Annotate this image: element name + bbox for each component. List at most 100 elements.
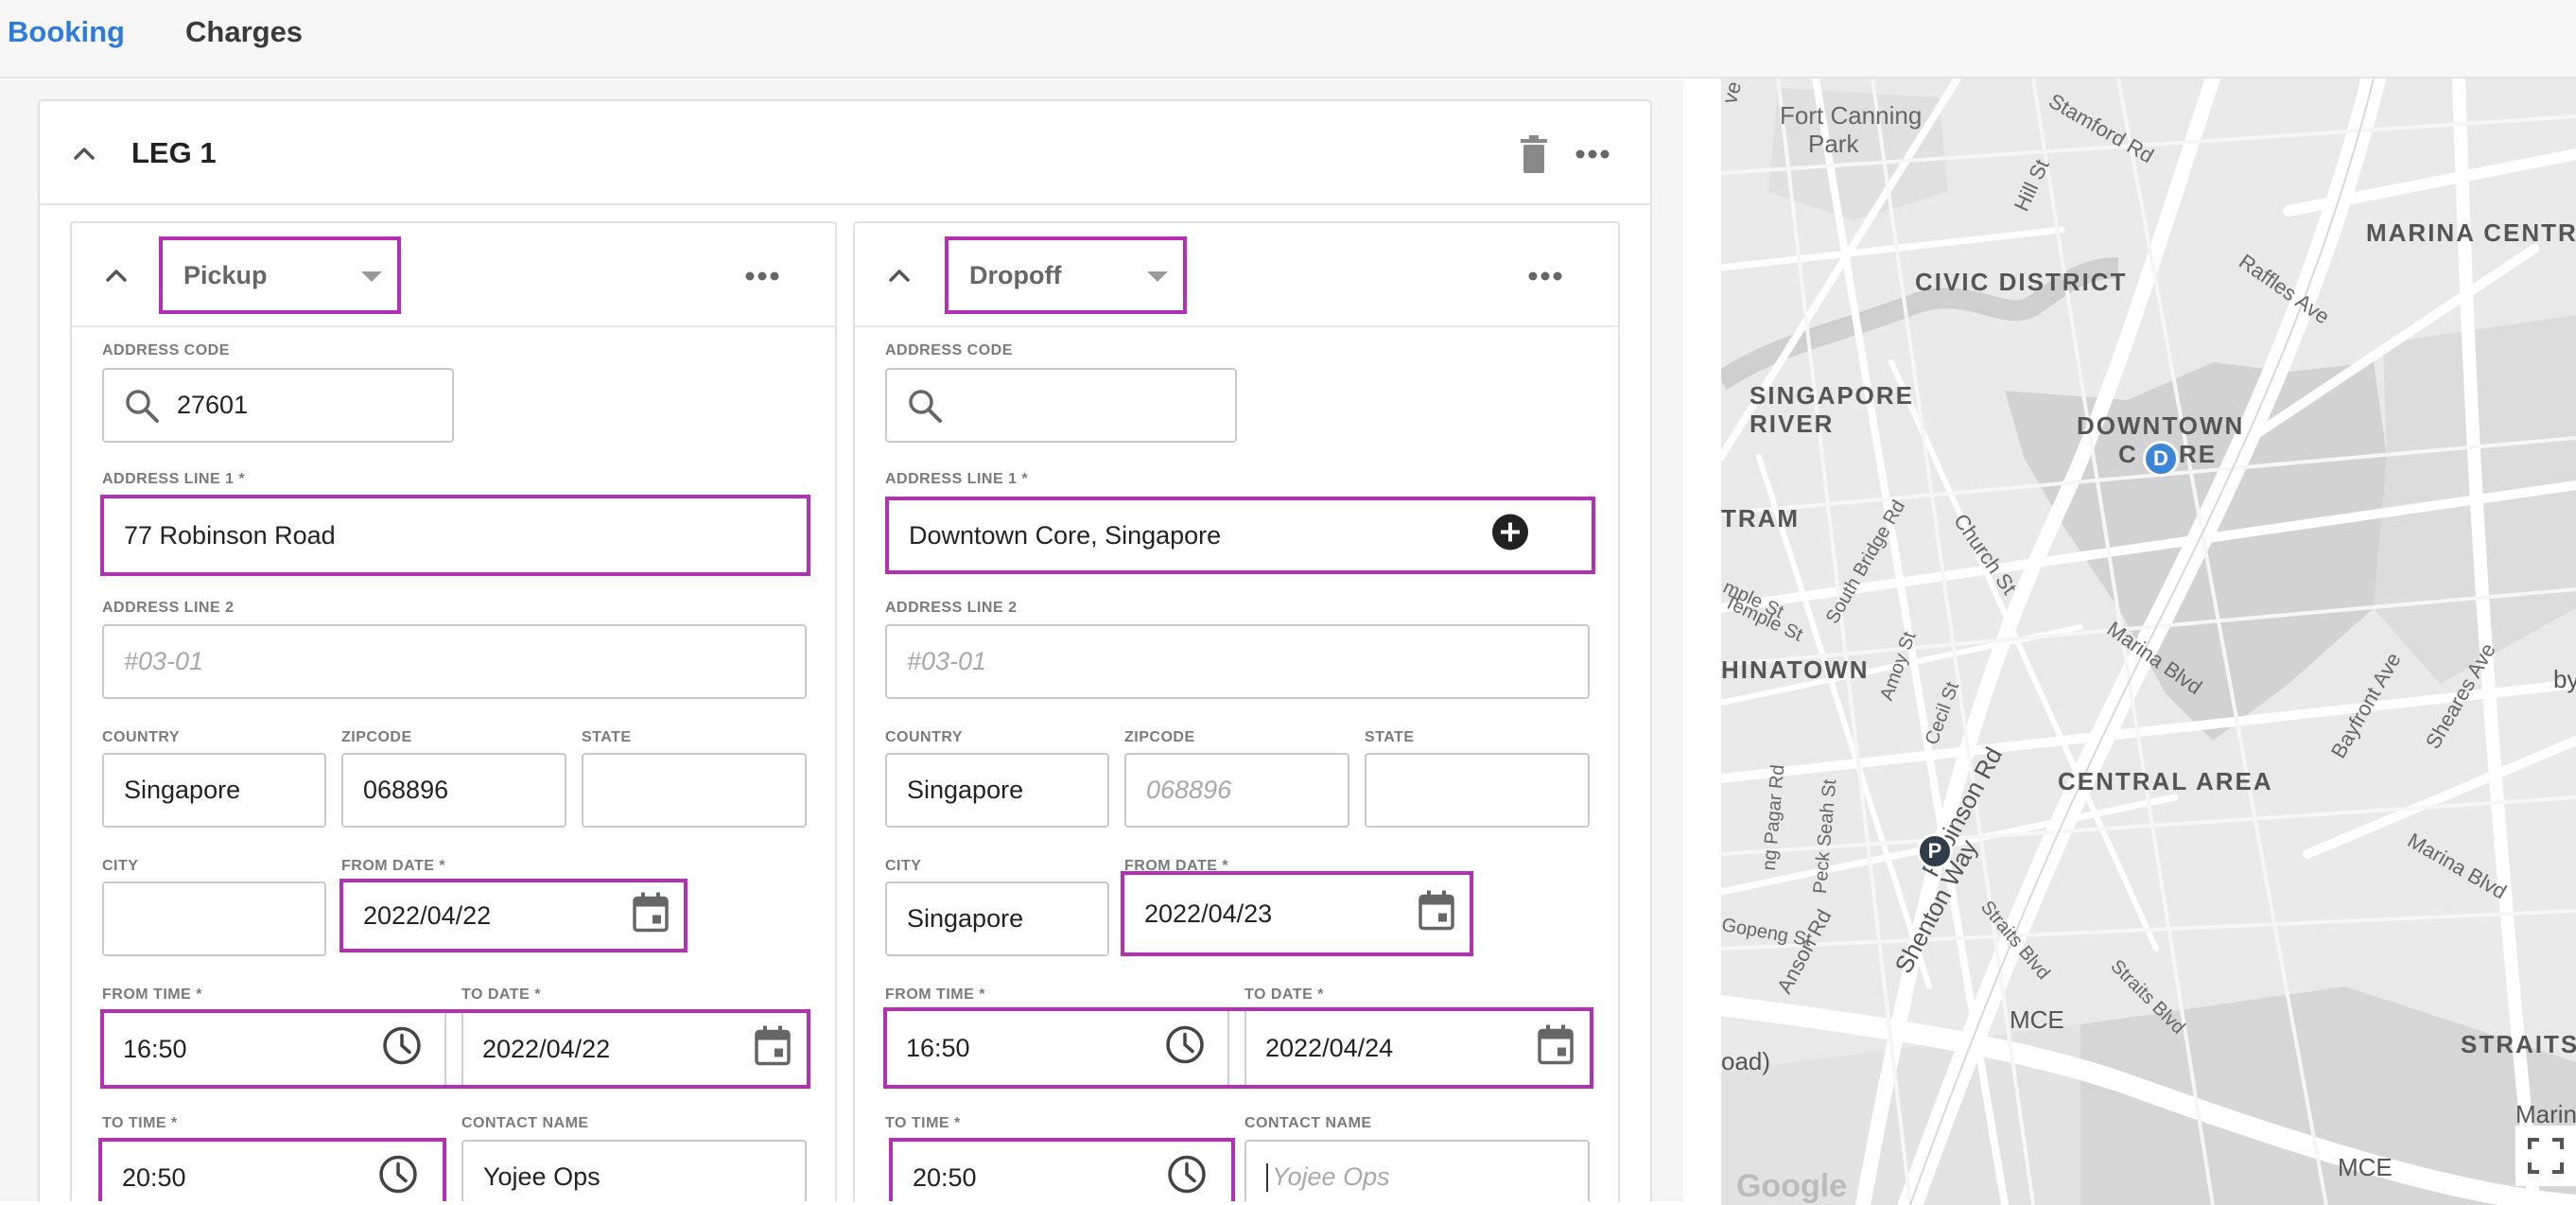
search-icon xyxy=(124,388,160,424)
dropoff-address-line2-placeholder: #03-01 xyxy=(907,647,987,675)
map-label-marina-centre: MARINA CENTR xyxy=(2366,218,2576,247)
to-date-label: TO DATE * xyxy=(461,987,541,1003)
leg-title: LEG 1 xyxy=(131,136,217,169)
pickup-address-line1-input[interactable]: 77 Robinson Road xyxy=(100,495,810,576)
dropoff-map-pin[interactable]: D xyxy=(2143,441,2179,477)
pickup-more-icon[interactable] xyxy=(741,257,783,295)
to-time-label: TO TIME * xyxy=(102,1115,178,1131)
country-label: COUNTRY xyxy=(102,729,181,745)
dropoff-city-value: Singapore xyxy=(907,904,1024,933)
clock-icon[interactable] xyxy=(382,1026,422,1073)
pickup-address-line2-input[interactable]: #03-01 xyxy=(102,624,807,699)
dropoff-address-code-input[interactable] xyxy=(885,368,1237,443)
street-by-partial: by xyxy=(2553,665,2576,693)
dropoff-from-time-input[interactable]: 16:50 xyxy=(887,1011,1229,1085)
dropoff-state-input[interactable] xyxy=(1365,753,1590,828)
dropoff-time-date-group: 16:50 2022/04/24 xyxy=(883,1007,1593,1089)
leg-more-icon[interactable] xyxy=(1572,135,1613,173)
dropoff-address-line2-input[interactable]: #03-01 xyxy=(885,624,1590,699)
map-label-fort-canning: Fort Canning xyxy=(1780,101,1923,130)
calendar-icon[interactable] xyxy=(633,892,669,939)
pickup-to-time-input[interactable]: 20:50 xyxy=(98,1138,446,1201)
address-line1-label: ADDRESS LINE 1 * xyxy=(885,471,1029,487)
dropoff-zipcode-input[interactable]: 068896 xyxy=(1124,753,1349,828)
pickup-header: Pickup xyxy=(72,223,835,327)
booking-form-area: LEG 1 Pickup ADDRESS CODE 27601 ADDRESS … xyxy=(0,80,1683,1201)
dropoff-from-time-value: 16:50 xyxy=(906,1033,970,1062)
pickup-contact-name-value: Yojee Ops xyxy=(483,1162,600,1191)
zipcode-label: ZIPCODE xyxy=(341,729,412,745)
clock-icon[interactable] xyxy=(378,1155,418,1201)
dropoff-more-icon[interactable] xyxy=(1524,257,1566,295)
dropoff-to-date-value: 2022/04/24 xyxy=(1265,1033,1394,1062)
pickup-to-date-value: 2022/04/22 xyxy=(482,1034,611,1063)
street-mce: MCE xyxy=(2010,1005,2064,1034)
map-view[interactable]: Fort Canning Park CIVIC DISTRICT MARINA … xyxy=(1721,79,2576,1205)
dropoff-header: Dropoff xyxy=(855,223,1618,327)
collapse-leg-icon[interactable] xyxy=(70,139,98,167)
address-line1-label: ADDRESS LINE 1 * xyxy=(102,471,246,487)
collapse-pickup-icon[interactable] xyxy=(102,261,131,289)
dropoff-from-date-value: 2022/04/23 xyxy=(1144,899,1273,928)
street-mce-2: MCE xyxy=(2338,1153,2393,1181)
address-line2-label: ADDRESS LINE 2 xyxy=(885,600,1018,616)
pickup-map-pin[interactable]: P xyxy=(1917,833,1953,869)
pickup-to-date-input[interactable]: 2022/04/22 xyxy=(461,1013,808,1085)
pickup-address-code-value: 27601 xyxy=(177,391,249,419)
leg-card: LEG 1 Pickup ADDRESS CODE 27601 ADDRESS … xyxy=(38,99,1652,1201)
dropoff-to-time-input[interactable]: 20:50 xyxy=(889,1138,1235,1201)
dropoff-country-input[interactable]: Singapore xyxy=(885,753,1109,828)
pickup-state-input[interactable] xyxy=(582,753,807,828)
fullscreen-button[interactable] xyxy=(2515,1126,2576,1186)
pickup-type-select[interactable]: Pickup xyxy=(159,236,401,314)
dropoff-to-time-value: 20:50 xyxy=(913,1162,977,1192)
dropoff-city-input[interactable]: Singapore xyxy=(885,882,1109,956)
field-divider xyxy=(1227,1011,1229,1085)
pickup-contact-name-input[interactable]: Yojee Ops xyxy=(461,1140,807,1201)
map-label-core-c: C xyxy=(2118,440,2138,468)
pickup-address-line2-placeholder: #03-01 xyxy=(124,647,204,675)
map-label-river: RIVER xyxy=(1749,410,1835,438)
leg-header: LEG 1 xyxy=(40,101,1650,205)
pickup-city-input[interactable] xyxy=(102,882,326,956)
map-label-tram: TRAM xyxy=(1721,504,1801,533)
tab-booking[interactable]: Booking xyxy=(8,15,125,49)
clock-icon[interactable] xyxy=(1167,1155,1207,1201)
dropoff-type-select[interactable]: Dropoff xyxy=(945,236,1187,314)
dropoff-address-line1-input[interactable]: Downtown Core, Singapore xyxy=(885,497,1595,574)
from-time-label: FROM TIME * xyxy=(885,987,985,1003)
pickup-from-time-input[interactable]: 16:50 xyxy=(104,1013,446,1085)
pickup-zipcode-value: 068896 xyxy=(363,776,449,804)
add-address-icon[interactable] xyxy=(1491,514,1529,558)
city-label: CITY xyxy=(102,858,139,874)
collapse-dropoff-icon[interactable] xyxy=(885,261,914,289)
pickup-card: Pickup ADDRESS CODE 27601 ADDRESS LINE 1… xyxy=(70,221,837,1201)
dropdown-caret-icon xyxy=(1147,271,1168,282)
pickup-country-input[interactable]: Singapore xyxy=(102,753,326,828)
pickup-zipcode-input[interactable]: 068896 xyxy=(341,753,566,828)
calendar-icon[interactable] xyxy=(1419,890,1454,937)
calendar-icon[interactable] xyxy=(1538,1024,1574,1072)
pickup-country-value: Singapore xyxy=(124,776,241,804)
dropoff-contact-name-input[interactable]: Yojee Ops xyxy=(1244,1140,1590,1201)
map-label-central-area: CENTRAL AREA xyxy=(2058,767,2273,795)
street-road-partial: oad) xyxy=(1721,1047,1771,1075)
pickup-from-date-value: 2022/04/22 xyxy=(363,900,492,930)
zipcode-label: ZIPCODE xyxy=(1124,729,1195,745)
tab-charges[interactable]: Charges xyxy=(185,15,303,49)
dropoff-from-date-input[interactable]: 2022/04/23 xyxy=(1121,871,1473,956)
map-label-civic-district: CIVIC DISTRICT xyxy=(1915,268,2128,296)
calendar-icon[interactable] xyxy=(755,1025,791,1073)
pickup-to-time-value: 20:50 xyxy=(122,1162,186,1192)
map-label-singapore: SINGAPORE xyxy=(1749,381,1915,410)
contact-name-label: CONTACT NAME xyxy=(461,1115,589,1131)
address-code-label: ADDRESS CODE xyxy=(885,342,1013,358)
trash-icon[interactable] xyxy=(1515,133,1553,175)
dropoff-address-line1-value: Downtown Core, Singapore xyxy=(909,520,1222,550)
dropoff-card: Dropoff ADDRESS CODE ADDRESS LINE 1 * Do… xyxy=(853,221,1620,1201)
city-label: CITY xyxy=(885,858,922,874)
clock-icon[interactable] xyxy=(1165,1025,1205,1072)
pickup-address-code-input[interactable]: 27601 xyxy=(102,368,454,443)
dropoff-to-date-input[interactable]: 2022/04/24 xyxy=(1244,1011,1591,1085)
pickup-from-date-input[interactable]: 2022/04/22 xyxy=(339,879,688,952)
